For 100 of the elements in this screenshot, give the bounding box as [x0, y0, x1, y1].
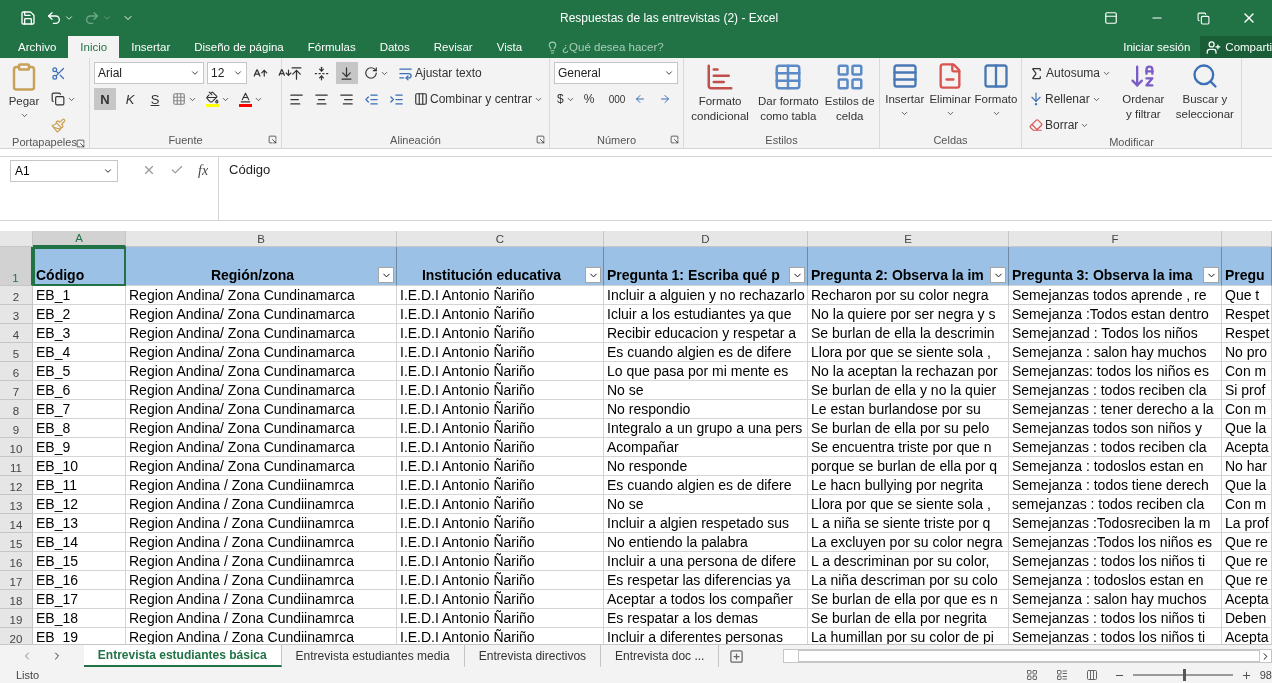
- table-cell: No pro: [1222, 343, 1272, 362]
- filter-button[interactable]: [789, 267, 805, 283]
- row-header[interactable]: 17: [0, 571, 33, 590]
- font-style-button[interactable]: S: [144, 88, 166, 110]
- table-cell: Incluir a alguien y no rechazarlo: [604, 286, 808, 305]
- paint-bucket-icon: [206, 91, 219, 104]
- clear-button[interactable]: Borrar: [1026, 114, 1115, 136]
- row-header[interactable]: 10: [0, 438, 33, 457]
- cells-button[interactable]: Insertar: [884, 62, 926, 118]
- horizontal-scrollbar[interactable]: [783, 649, 1272, 663]
- insert-function-button[interactable]: fx: [198, 163, 209, 179]
- row-header[interactable]: 13: [0, 495, 33, 514]
- ribbon-tab[interactable]: Datos: [367, 36, 422, 58]
- styles-button[interactable]: Dar formato como tabla: [756, 62, 821, 124]
- page-layout-icon[interactable]: [1055, 669, 1068, 681]
- font-style-button[interactable]: K: [119, 88, 141, 110]
- column-header[interactable]: D: [604, 231, 808, 247]
- table-cell: Region Andina / Zona Cundiinamrca: [126, 514, 397, 533]
- row-header[interactable]: 15: [0, 533, 33, 552]
- ribbon-tab[interactable]: Insertar: [119, 36, 183, 58]
- normal-view-icon[interactable]: [1025, 669, 1038, 681]
- row-header[interactable]: 2: [0, 286, 33, 305]
- row-header[interactable]: 14: [0, 514, 33, 533]
- row-header[interactable]: 19: [0, 609, 33, 628]
- styles-button[interactable]: Estilos de celda: [824, 62, 875, 124]
- row-header[interactable]: 20: [0, 628, 33, 644]
- add-sheet-icon[interactable]: [728, 648, 744, 664]
- cells-button[interactable]: Eliminar: [929, 62, 971, 118]
- save-button[interactable]: [20, 10, 36, 26]
- cancel-icon[interactable]: [142, 163, 156, 177]
- ribbon-tab[interactable]: Vista: [484, 36, 535, 58]
- fill-button[interactable]: Rellenar: [1026, 88, 1115, 110]
- table-cell: Que la: [1222, 419, 1272, 438]
- column-header[interactable]: C: [397, 231, 604, 247]
- row-header[interactable]: 6: [0, 362, 33, 381]
- row-header[interactable]: 16: [0, 552, 33, 571]
- vertical-align-button[interactable]: [336, 62, 358, 84]
- font-size-field[interactable]: 12: [207, 62, 247, 84]
- align-bottom-icon: [339, 65, 354, 81]
- filter-button[interactable]: [585, 267, 601, 283]
- enter-icon[interactable]: [170, 163, 184, 177]
- row-header[interactable]: 18: [0, 590, 33, 609]
- font-name-field[interactable]: Arial: [94, 62, 204, 84]
- paste-button[interactable]: Pegar: [4, 62, 44, 120]
- thousands-button[interactable]: 000: [605, 88, 629, 110]
- table-cell: Acepta: [1222, 438, 1272, 457]
- autosum-button[interactable]: Autosuma: [1026, 62, 1115, 84]
- window-title: Respuestas de las entrevistas (2) - Excel: [560, 11, 780, 25]
- styles-button[interactable]: Formato condicional: [688, 62, 753, 124]
- sort-filter-button[interactable]: Ordenar y filtrar: [1118, 62, 1169, 122]
- group-label: Número: [596, 134, 637, 146]
- group-label: Estilos: [765, 134, 798, 146]
- table-cell: I.E.D.I Antonio Ñariño: [397, 305, 604, 324]
- formula-field[interactable]: Código: [218, 157, 1272, 220]
- table-cell: I.E.D.I Antonio Ñariño: [397, 609, 604, 628]
- row-header[interactable]: 3: [0, 305, 33, 324]
- sheet-tab[interactable]: Entrevista estudiantes básica: [83, 645, 282, 667]
- percent-button[interactable]: %: [580, 88, 603, 110]
- row-header[interactable]: 7: [0, 381, 33, 400]
- filter-button[interactable]: [378, 267, 394, 283]
- wrap-text-button[interactable]: Ajustar texto: [395, 62, 485, 84]
- filter-button[interactable]: [990, 267, 1006, 283]
- sign-in-link[interactable]: Iniciar sesión: [1113, 36, 1201, 58]
- row-header[interactable]: 9: [0, 419, 33, 438]
- undo-button[interactable]: [46, 10, 74, 26]
- ribbon-tab[interactable]: Archivo: [6, 36, 69, 58]
- page-break-icon[interactable]: [1085, 669, 1098, 681]
- row-header[interactable]: 5: [0, 343, 33, 362]
- column-header[interactable]: E: [808, 231, 1009, 247]
- row-header[interactable]: 8: [0, 400, 33, 419]
- merge-center-button[interactable]: Combinar y centrar: [411, 88, 547, 110]
- name-box[interactable]: A1: [10, 160, 118, 182]
- table-cell: EB_1: [33, 286, 126, 305]
- share-button[interactable]: Comparti: [1200, 36, 1272, 58]
- ribbon-tab[interactable]: Fórmulas: [295, 36, 368, 58]
- table-cell: Semejanza : todoslos estan en: [1009, 457, 1222, 476]
- caret-icon: [900, 109, 910, 118]
- filter-button[interactable]: [1203, 267, 1219, 283]
- column-header[interactable]: A: [33, 231, 126, 247]
- row-header[interactable]: 12: [0, 476, 33, 495]
- ribbon-tab[interactable]: Inicio: [68, 36, 120, 58]
- ribbon-tab[interactable]: Revisar: [421, 36, 485, 58]
- table-cell: EB_15: [33, 552, 126, 571]
- cells-button[interactable]: Formato: [975, 62, 1017, 118]
- currency-button[interactable]: $: [554, 88, 578, 110]
- table-cell: Semejanza : salon hay muchos: [1009, 590, 1222, 609]
- row-header[interactable]: 1: [0, 247, 33, 286]
- row-header[interactable]: 4: [0, 324, 33, 343]
- number-format-field[interactable]: General: [554, 62, 678, 84]
- ribbon-tab[interactable]: Diseño de página: [182, 36, 296, 58]
- table-cell: Semejanzas :Todosreciben la m: [1009, 514, 1222, 533]
- find-select-button[interactable]: Buscar y seleccionar: [1172, 62, 1237, 122]
- zoom-in-icon[interactable]: [1240, 669, 1252, 681]
- restore-icon: [1196, 11, 1210, 25]
- font-style-button[interactable]: N: [94, 88, 116, 110]
- column-header[interactable]: F: [1009, 231, 1222, 247]
- header-cell: Pregunta 2: Observa la im: [808, 247, 1009, 286]
- column-header[interactable]: B: [126, 231, 397, 247]
- table-cell: EB_16: [33, 571, 126, 590]
- row-header[interactable]: 11: [0, 457, 33, 476]
